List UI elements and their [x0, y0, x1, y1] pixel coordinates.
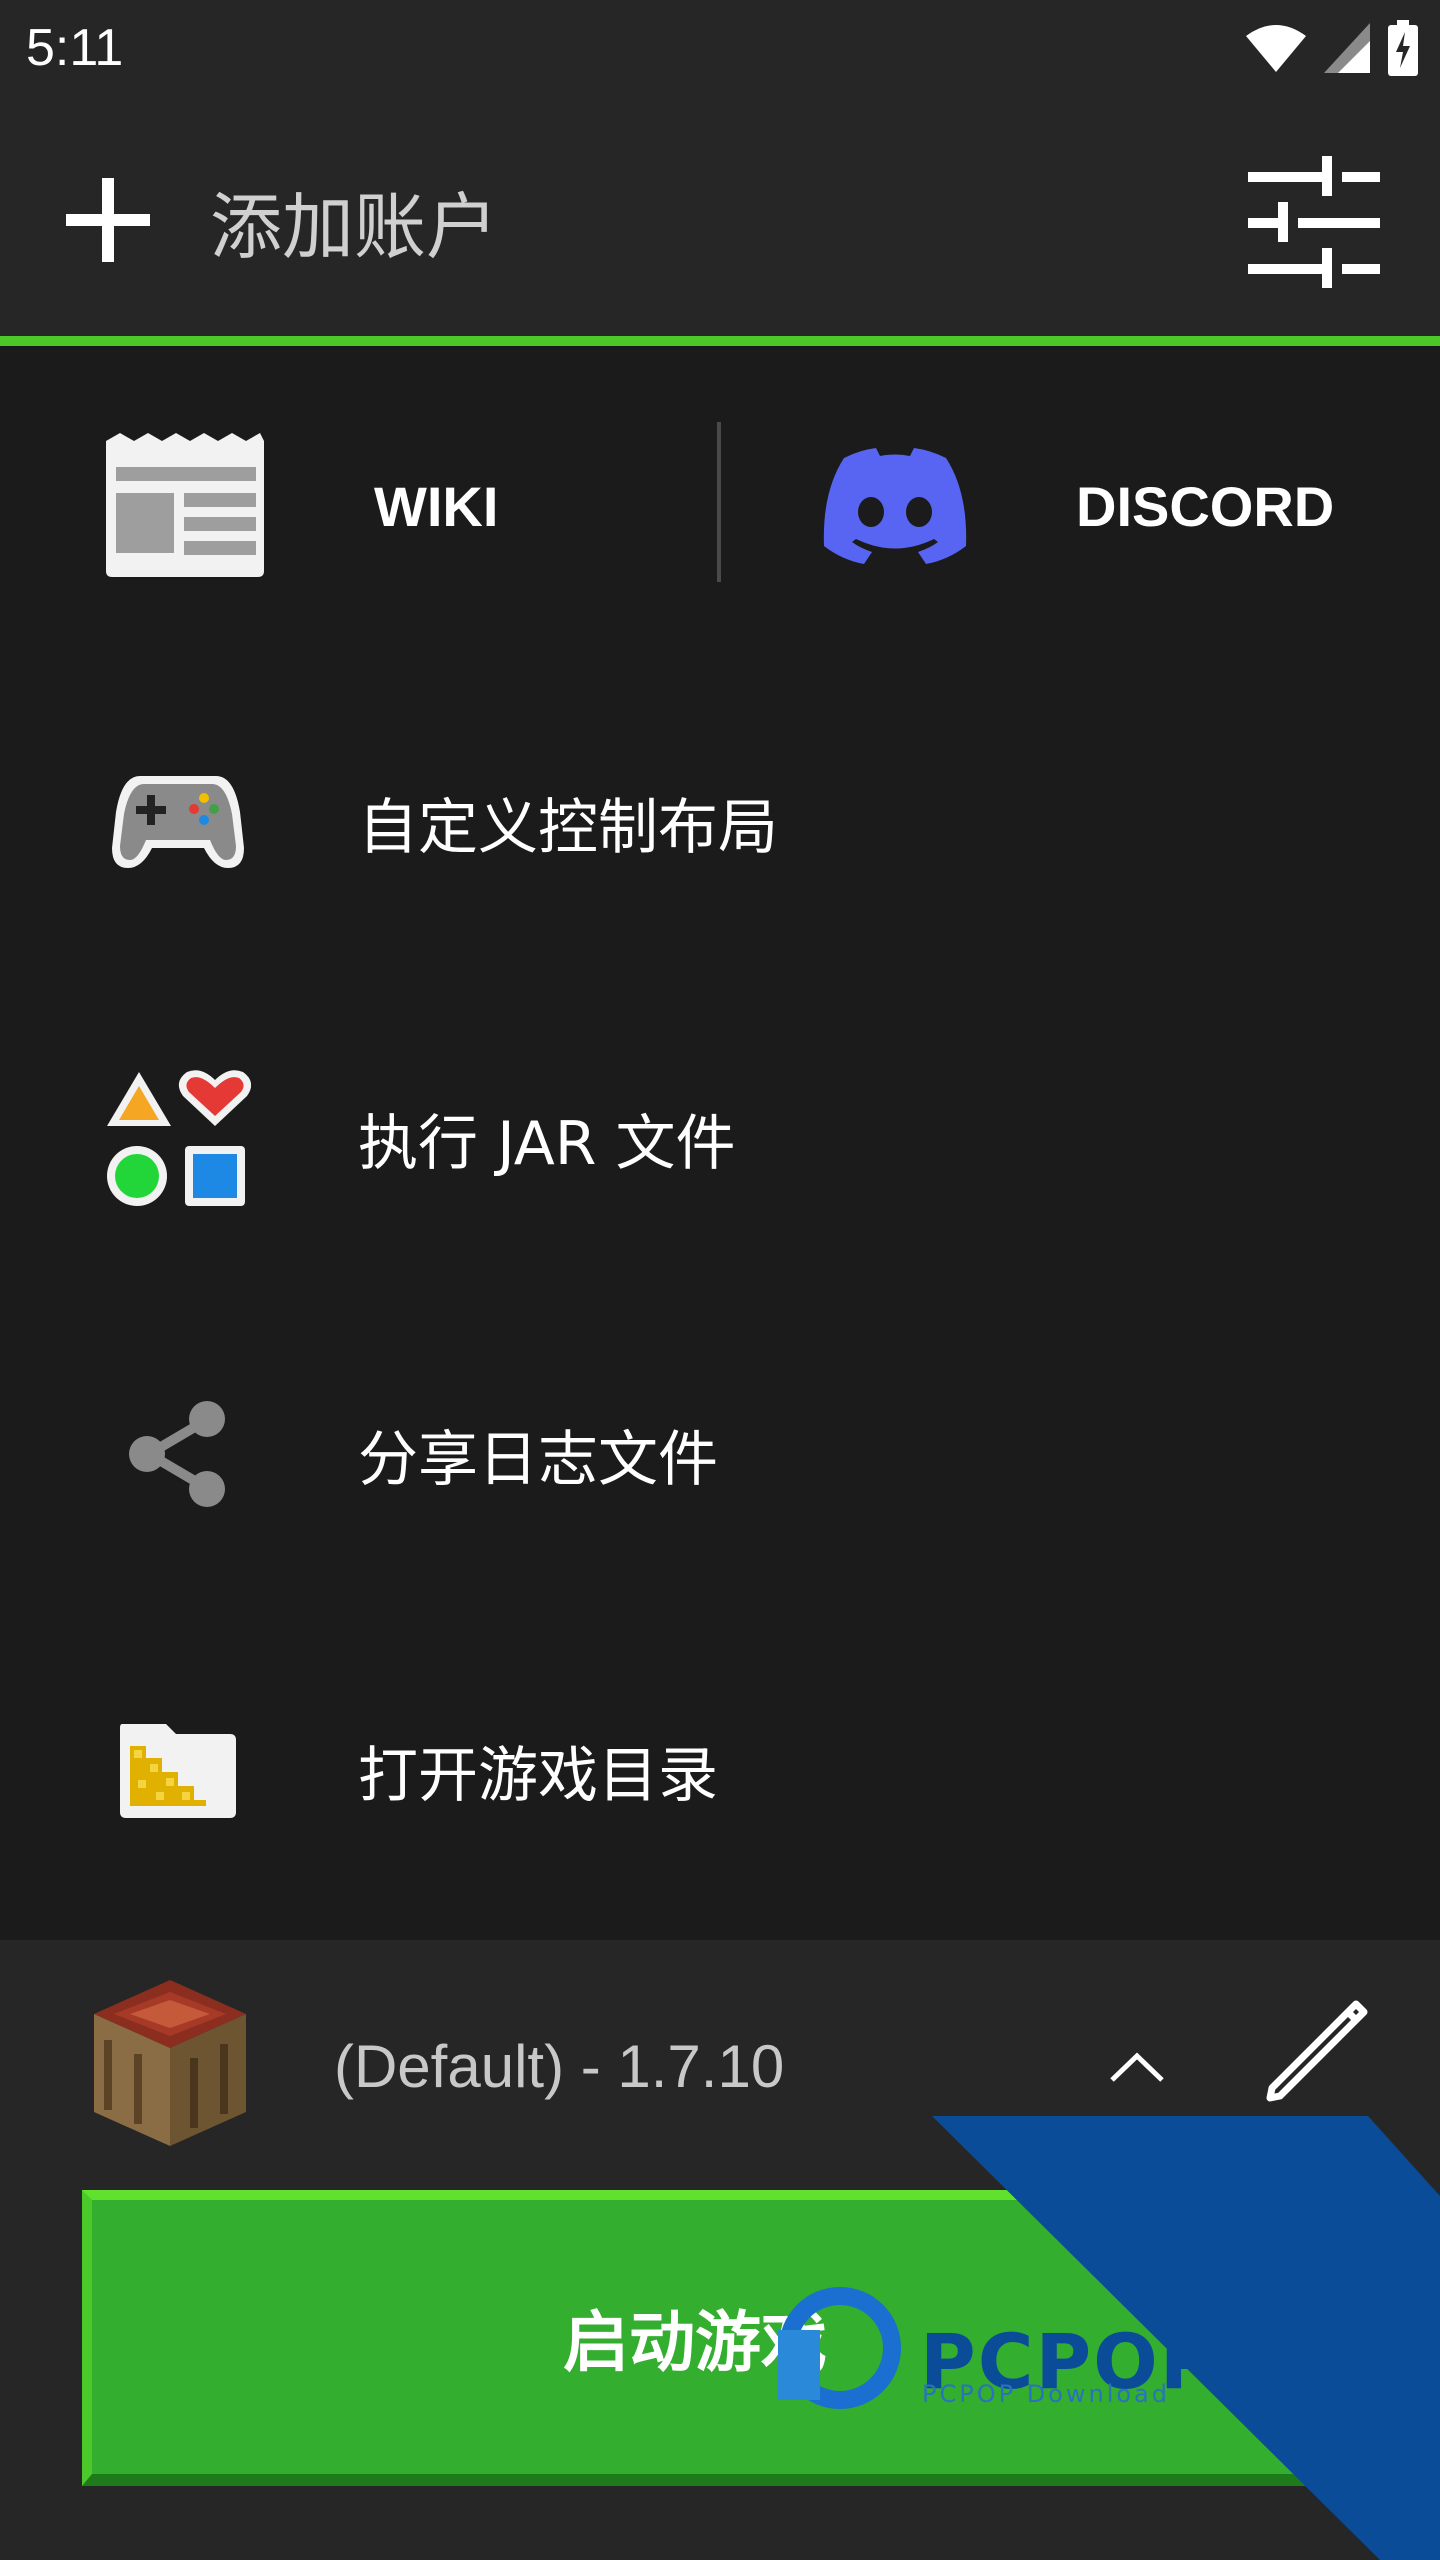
sliders-icon[interactable] — [1244, 154, 1384, 294]
folder-icon — [100, 1692, 256, 1848]
quick-links-row: WIKI DISCORD — [0, 346, 1440, 666]
newspaper-icon — [106, 433, 264, 577]
status-bar: 5:11 — [0, 0, 1440, 100]
add-account-button[interactable]: 添加账户 — [60, 160, 498, 280]
profile-name: (Default) - 1.7.10 — [334, 2033, 785, 2100]
accent-divider — [0, 336, 1440, 346]
battery-charging-icon — [1388, 20, 1418, 76]
menu-item-open-game-dir[interactable]: 打开游戏目录 — [0, 1612, 1440, 1928]
discord-icon — [823, 448, 967, 564]
gamepad-icon — [100, 744, 256, 900]
wifi-icon — [1246, 25, 1306, 72]
pencil-icon[interactable] — [1260, 1988, 1380, 2108]
menu-item-custom-controls[interactable]: 自定义控制布局 — [0, 664, 1440, 980]
menu-label-custom-controls: 自定义控制布局 — [358, 792, 778, 863]
menu-item-share-log[interactable]: 分享日志文件 — [0, 1296, 1440, 1612]
menu-label-share-log: 分享日志文件 — [358, 1424, 718, 1495]
menu-label-run-jar: 执行 JAR 文件 — [358, 1108, 736, 1179]
signal-icon — [1324, 23, 1370, 73]
wiki-label: WIKI — [374, 474, 499, 538]
status-icons — [1246, 18, 1418, 78]
crafting-table-icon — [94, 1980, 246, 2146]
discord-button[interactable]: DISCORD — [820, 346, 1420, 666]
plus-icon — [66, 178, 150, 262]
shapes-icon — [100, 1060, 256, 1216]
discord-label: DISCORD — [1076, 474, 1335, 538]
quick-links-divider — [717, 422, 721, 582]
add-account-label: 添加账户 — [210, 184, 499, 269]
status-time: 5:11 — [26, 19, 124, 77]
menu-item-run-jar[interactable]: 执行 JAR 文件 — [0, 980, 1440, 1296]
wiki-button[interactable]: WIKI — [100, 346, 700, 666]
chevron-up-icon[interactable] — [1100, 2030, 1174, 2104]
launch-game-button[interactable]: 启动游戏 — [82, 2190, 1358, 2486]
top-bar: 添加账户 — [0, 100, 1440, 336]
menu-label-open-game-dir: 打开游戏目录 — [358, 1740, 718, 1811]
profile-selector[interactable]: (Default) - 1.7.10 — [0, 1940, 1440, 2200]
share-icon — [100, 1376, 256, 1532]
launch-game-label: 启动游戏 — [563, 2304, 827, 2381]
